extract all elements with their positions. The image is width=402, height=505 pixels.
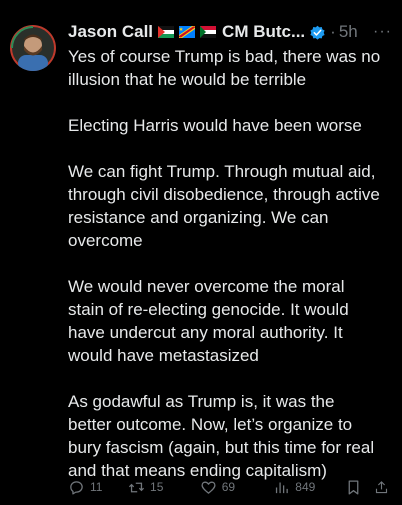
tweet-paragraph: We can fight Trump. Through mutual aid, …: [68, 162, 380, 250]
tweet-header: Jason Call CM Butc... · 5h ···: [68, 20, 392, 44]
like-count: 69: [221, 480, 236, 494]
avatar[interactable]: [10, 25, 56, 71]
avatar-image: [10, 25, 56, 71]
tweet-text: Yes of course Trump is bad, there was no…: [68, 45, 396, 505]
share-icon: [375, 480, 388, 493]
bookmark-button[interactable]: [345, 479, 374, 496]
action-bar: 11 15 69 849: [68, 477, 394, 497]
congo-flag-icon: [179, 26, 196, 38]
tweet-paragraph: As godawful as Trump is, it was the bett…: [68, 392, 375, 480]
reply-count: 11: [90, 480, 103, 494]
author-second-name[interactable]: CM Butc...: [222, 22, 305, 42]
view-count: 849: [295, 480, 316, 494]
sudan-flag-icon: [200, 26, 217, 38]
repost-button[interactable]: 15: [128, 479, 200, 496]
tweet-paragraph: Yes of course Trump is bad, there was no…: [68, 47, 381, 89]
verified-badge-icon: [310, 25, 325, 40]
like-button[interactable]: 69: [200, 479, 274, 496]
post-time[interactable]: 5h: [339, 22, 358, 42]
tweet-paragraph: We would never overcome the moral stain …: [68, 277, 349, 365]
views-button[interactable]: 849: [273, 479, 345, 496]
separator-dot: ·: [330, 22, 336, 41]
tweet-paragraph: Electing Harris would have been worse: [68, 116, 362, 135]
author-display-name[interactable]: Jason Call: [68, 22, 153, 42]
share-button[interactable]: [374, 479, 394, 496]
repost-icon: [128, 482, 145, 492]
views-chart-icon: [276, 482, 289, 493]
reply-icon: [70, 480, 83, 495]
reply-button[interactable]: 11: [68, 479, 128, 496]
repost-count: 15: [150, 480, 164, 494]
palestine-flag-icon: [158, 26, 175, 38]
more-dots-icon[interactable]: ···: [373, 23, 392, 41]
heart-icon: [201, 481, 216, 494]
bookmark-icon: [348, 479, 359, 495]
